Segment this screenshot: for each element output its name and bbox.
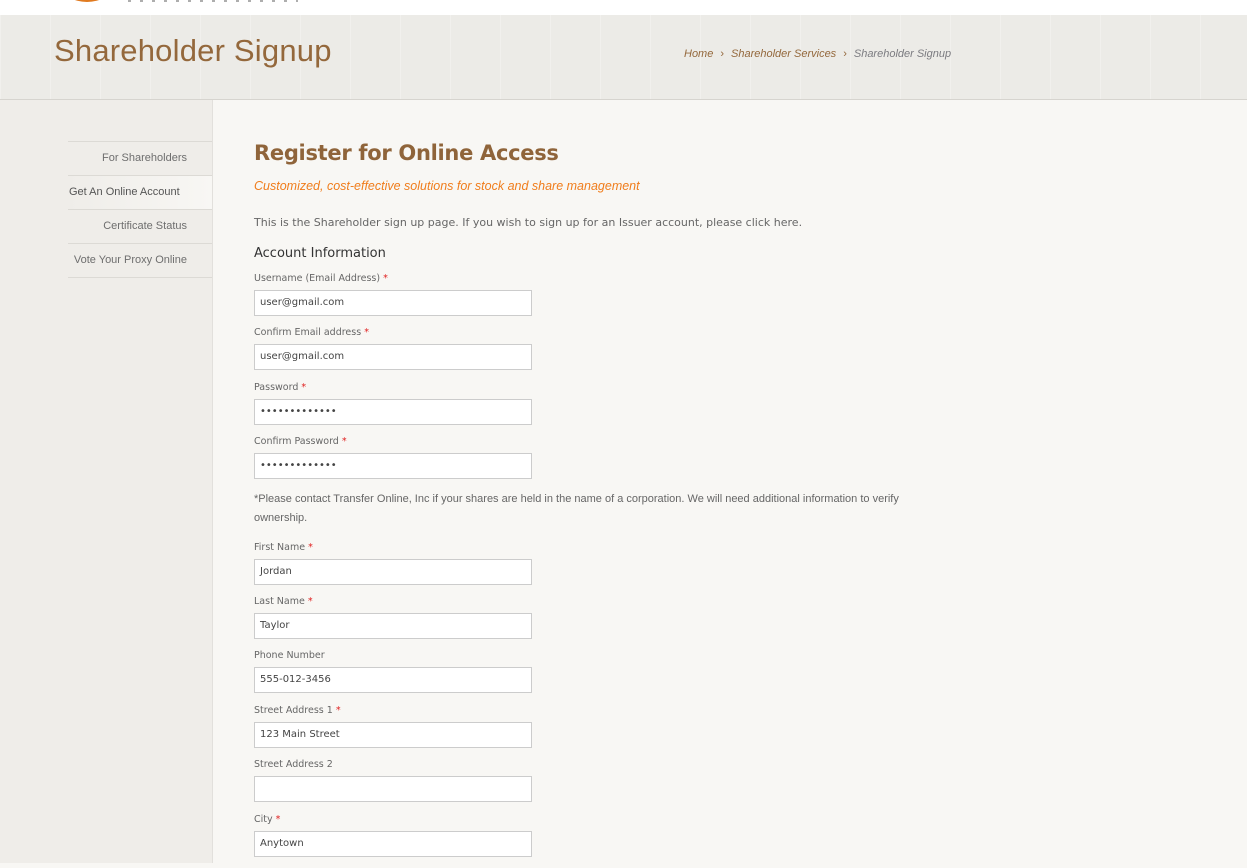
sidebar-nav: For Shareholders Get An Online Account C… <box>68 141 212 278</box>
field-value: Anytown <box>260 837 304 849</box>
form-group: Confirm Password * ••••••••••••• <box>254 436 954 490</box>
form-group: Password * ••••••••••••• <box>254 382 954 436</box>
required-marker: * <box>341 436 347 448</box>
logo-text <box>128 0 298 2</box>
field-label: Last Name * <box>254 596 954 608</box>
field-label: First Name * <box>254 542 954 554</box>
phone-number-field[interactable]: 555-012-3456 <box>254 667 532 694</box>
form-group: Street Address 2 <box>254 759 954 813</box>
field-label: Street Address 1 * <box>254 705 954 717</box>
sidebar-item-for-shareholders[interactable]: For Shareholders <box>68 142 212 176</box>
username-field[interactable]: user@gmail.com <box>254 290 532 316</box>
logo[interactable] <box>62 0 112 2</box>
required-marker: * <box>307 595 313 607</box>
field-label-text: Street Address 1 <box>254 704 333 716</box>
city-field[interactable]: Anytown <box>254 830 532 857</box>
required-marker: * <box>308 541 313 553</box>
required-marker: * <box>335 704 341 716</box>
field-value: 555-012-3456 <box>260 674 331 686</box>
field-label: Phone Number <box>254 650 954 662</box>
field-value: Jordan <box>260 565 292 577</box>
sidebar: For Shareholders Get An Online Account C… <box>0 100 213 863</box>
required-marker: * <box>275 813 281 825</box>
form-group: First Name * Jordan <box>254 542 954 596</box>
field-label: Username (Email Address) * <box>254 273 954 285</box>
field-label: Password * <box>254 382 954 394</box>
field-label-text: Phone Number <box>254 650 325 662</box>
field-label: Confirm Email address * <box>254 327 954 339</box>
field-value: ••••••••••••• <box>260 405 337 417</box>
intro-text: This is the Shareholder sign up page. If… <box>254 216 802 229</box>
breadcrumb-separator: › <box>720 48 725 60</box>
field-label-text: Street Address 2 <box>254 759 333 771</box>
form-group: Last Name * Taylor <box>254 596 954 650</box>
sidebar-item-certificate-status[interactable]: Certificate Status <box>68 210 212 244</box>
breadcrumb: Home › Shareholder Services › Shareholder Si… <box>684 48 951 60</box>
breadcrumb-home[interactable]: Home <box>684 48 713 60</box>
field-label-text: Username (Email Address) <box>254 273 381 284</box>
field-value: 123 Main Street <box>260 728 340 740</box>
form-group: Street Address 1 * 123 Main Street <box>254 705 954 759</box>
field-label: Street Address 2 <box>254 759 954 771</box>
field-label-text: Last Name <box>254 595 305 607</box>
form-group: Username (Email Address) * user@gmail.com <box>254 273 954 327</box>
street-address-2-field[interactable] <box>254 776 532 803</box>
field-label-text: City <box>254 813 273 825</box>
subtitle: Customized, cost-effective solutions for… <box>254 179 640 193</box>
issuer-signup-link[interactable]: here <box>774 216 799 229</box>
field-value: user@gmail.com <box>260 297 345 308</box>
form-group: City * Anytown <box>254 814 954 868</box>
field-value: ••••••••••••• <box>260 460 337 472</box>
page-title: Shareholder Signup <box>54 33 332 68</box>
first-name-field[interactable]: Jordan <box>254 558 532 585</box>
password-field[interactable]: ••••••••••••• <box>254 398 532 425</box>
field-label-text: Password <box>254 381 299 393</box>
content-title: Register for Online Access <box>254 141 559 165</box>
signup-form: Username (Email Address) * user@gmail.com… <box>254 273 954 868</box>
top-bar <box>0 0 1247 15</box>
section-heading: Account Information <box>254 246 386 261</box>
required-marker: * <box>301 381 307 393</box>
breadcrumb-current: Shareholder Signup <box>853 48 952 60</box>
required-marker: * <box>364 327 369 339</box>
form-group: Phone Number 555-012-3456 <box>254 650 954 704</box>
field-label-text: First Name <box>254 541 306 553</box>
last-name-field[interactable]: Taylor <box>254 612 532 639</box>
confirm-password-field[interactable]: ••••••••••••• <box>254 453 532 480</box>
confirm-email-field[interactable]: user@gmail.com <box>254 344 532 371</box>
field-label-text: Confirm Email address <box>254 327 362 339</box>
page-header: Shareholder Signup Home › Shareholder Serv… <box>0 15 1247 100</box>
intro-text-end: . <box>798 216 803 229</box>
street-address-1-field[interactable]: 123 Main Street <box>254 721 532 748</box>
field-label: City * <box>254 814 954 826</box>
field-label: Confirm Password * <box>254 436 954 448</box>
field-label-text: Confirm Password <box>254 436 339 448</box>
required-marker: * <box>383 273 388 284</box>
corporation-note: *Please contact Transfer Online, Inc if … <box>254 492 899 524</box>
breadcrumb-shareholder-services[interactable]: Shareholder Services <box>731 48 836 60</box>
sidebar-item-vote-your-proxy-online[interactable]: Vote Your Proxy Online <box>68 244 212 278</box>
breadcrumb-separator: › <box>843 48 847 60</box>
intro-text-body: This is the Shareholder sign up page. If… <box>254 216 774 229</box>
field-value: Taylor <box>260 619 290 631</box>
field-value: user@gmail.com <box>260 351 345 363</box>
sidebar-item-get-an-online-account[interactable]: Get An Online Account <box>68 176 212 210</box>
form-group: Confirm Email address * user@gmail.com <box>254 327 954 381</box>
